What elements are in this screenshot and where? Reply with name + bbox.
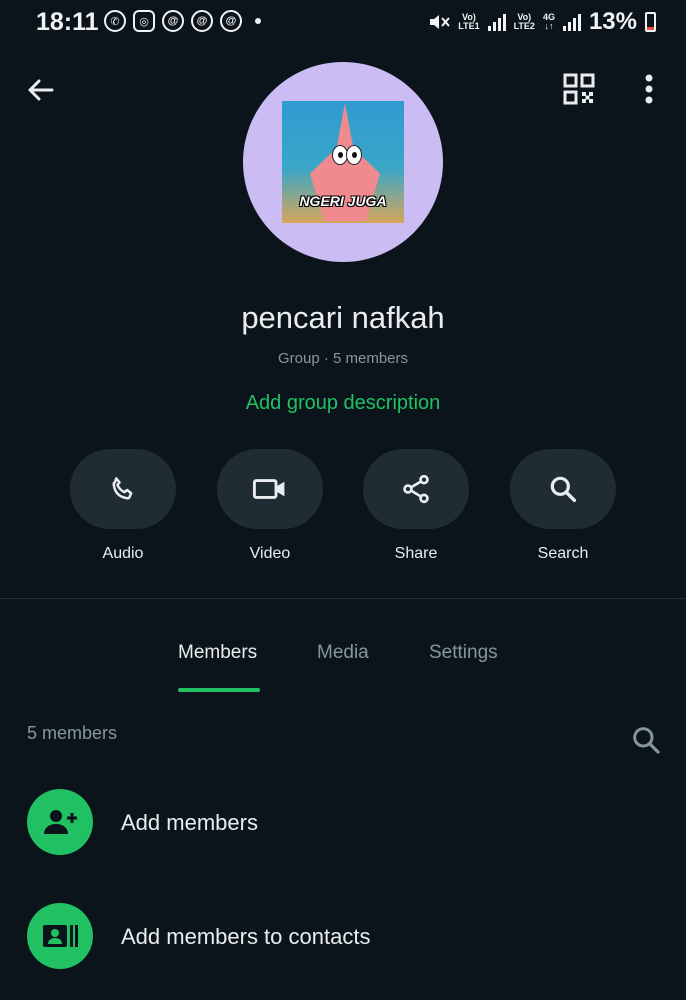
- video-call-button[interactable]: [217, 449, 323, 529]
- add-members-row[interactable]: Add members: [0, 785, 686, 861]
- battery-percentage: 13%: [588, 8, 637, 35]
- group-avatar[interactable]: NGERI JUGA: [243, 62, 443, 262]
- signal-icon: [562, 13, 581, 31]
- group-subtitle: Group · 5 members: [277, 350, 409, 367]
- share-button[interactable]: [363, 449, 469, 529]
- tab-media[interactable]: Media: [317, 642, 369, 664]
- tab-settings[interactable]: Settings: [429, 642, 498, 664]
- more-vertical-icon: [645, 74, 653, 104]
- threads-icon: @: [220, 10, 242, 32]
- status-time: 18:11: [36, 8, 99, 36]
- qr-code-icon: [563, 73, 595, 105]
- audio-label: Audio: [102, 545, 144, 562]
- status-right: Vo) LTE1 Vo) LTE2 4G ↓↑ 13%: [428, 8, 656, 36]
- tab-members[interactable]: Members: [178, 642, 257, 664]
- signal-icon: [487, 13, 506, 31]
- battery-icon: [645, 12, 656, 32]
- audio-call-button[interactable]: [70, 449, 176, 529]
- more-options-button[interactable]: [636, 70, 662, 108]
- search-button[interactable]: [510, 449, 616, 529]
- avatar-caption: NGERI JUGA: [299, 193, 387, 209]
- video-camera-icon: [252, 479, 285, 499]
- section-divider: [0, 598, 686, 599]
- search-icon: [550, 476, 577, 503]
- back-button[interactable]: [22, 72, 58, 108]
- active-tab-indicator: [178, 688, 260, 692]
- search-label: Search: [537, 545, 589, 562]
- instagram-icon: ◎: [133, 10, 155, 32]
- threads-icon: @: [162, 10, 184, 32]
- group-name[interactable]: pencari nafkah: [0, 300, 686, 336]
- add-members-to-contacts-row[interactable]: Add members to contacts: [0, 899, 686, 975]
- mute-icon: [430, 15, 451, 29]
- members-count: 5 members: [27, 723, 118, 743]
- members-search-button[interactable]: [626, 720, 666, 760]
- sim1-indicator: Vo) LTE1: [458, 12, 480, 31]
- video-label: Video: [249, 545, 291, 562]
- arrow-left-icon: [28, 79, 54, 101]
- contact-card-icon: [43, 925, 78, 947]
- add-members-to-contacts-label: Add members to contacts: [121, 924, 371, 949]
- notification-icons: ✆ ◎ @ @ @: [104, 10, 261, 32]
- whatsapp-icon: ✆: [104, 10, 126, 32]
- more-notifications-icon: [255, 18, 261, 24]
- phone-icon: [112, 477, 133, 500]
- add-person-icon: [44, 810, 77, 834]
- contacts-icon-circle: [27, 903, 93, 969]
- avatar-image: NGERI JUGA: [282, 101, 404, 223]
- add-members-label: Add members: [121, 810, 258, 835]
- add-members-icon-circle: [27, 789, 93, 855]
- network-type: 4G ↓↑: [542, 12, 555, 31]
- share-icon: [403, 474, 429, 504]
- search-icon: [633, 727, 660, 754]
- sim2-indicator: Vo) LTE2: [513, 12, 535, 31]
- qr-code-button[interactable]: [560, 70, 598, 108]
- share-label: Share: [394, 545, 438, 562]
- threads-icon: @: [191, 10, 213, 32]
- add-group-description-link[interactable]: Add group description: [0, 392, 686, 415]
